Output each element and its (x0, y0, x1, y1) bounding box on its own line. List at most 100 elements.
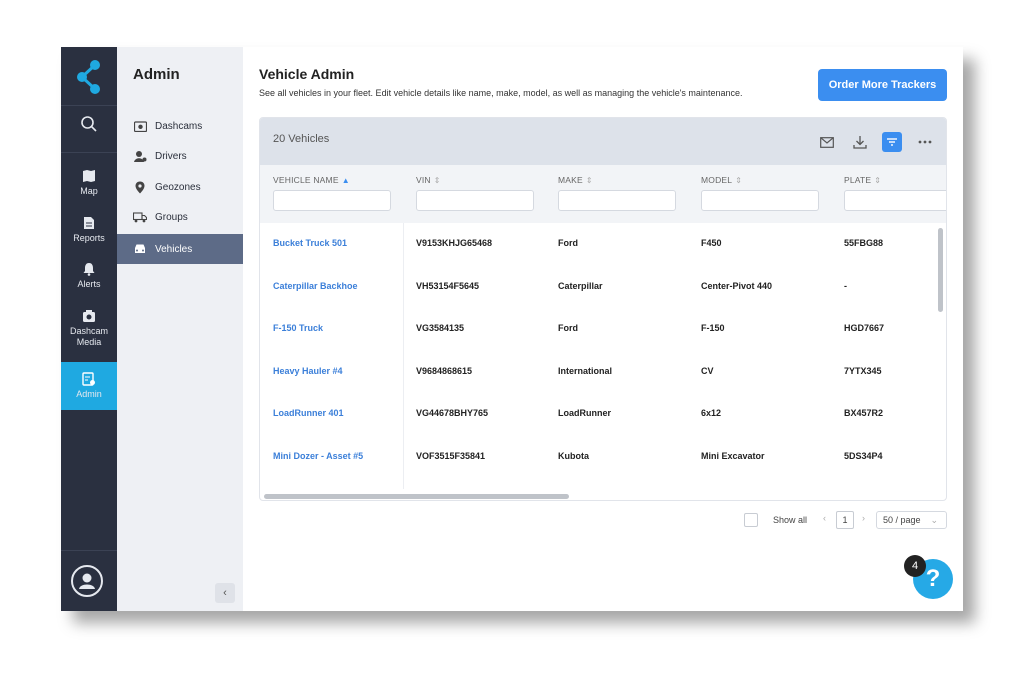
table-row[interactable]: Bucket Truck 501 V9153KHJG65468 Ford F45… (260, 223, 936, 265)
sort-icon: ⇕ (433, 176, 441, 185)
chevron-left-icon: ‹ (223, 587, 227, 599)
model-cell: CV (701, 366, 714, 376)
rail-item-alerts[interactable]: Alerts (61, 262, 117, 290)
rail-label-admin: Admin (76, 389, 102, 399)
horizontal-scrollbar[interactable] (264, 494, 569, 499)
main-content: Vehicle Admin See all vehicles in your f… (243, 47, 963, 611)
collapse-sidebar-button[interactable]: ‹ (215, 583, 235, 603)
camera-icon (133, 119, 147, 133)
vehicle-name-link[interactable]: Caterpillar Backhoe (273, 281, 358, 291)
search-icon (81, 116, 97, 132)
chevron-left-icon: ‹ (823, 513, 826, 523)
table-row[interactable]: F-150 Truck VG3584135 Ford F-150 HGD7667 (260, 308, 936, 350)
vehicle-name-link[interactable]: F-150 Truck (273, 323, 323, 333)
vehicle-count: 20 Vehicles (273, 133, 330, 145)
report-icon (84, 217, 94, 229)
email-button[interactable] (817, 132, 837, 152)
filter-vehicle-name-input[interactable] (273, 190, 391, 211)
sidebar-item-dashcams[interactable]: Dashcams (117, 111, 243, 141)
vehicle-name-link[interactable]: LoadRunner 401 (273, 408, 344, 418)
make-cell: LoadRunner (558, 408, 611, 418)
chevron-right-icon: › (862, 513, 865, 523)
plate-cell: 7YTX345 (844, 366, 882, 376)
make-cell: Ford (558, 238, 578, 248)
vin-cell: V9684868615 (416, 366, 473, 376)
plate-cell: HGD7667 (844, 323, 885, 333)
search-button[interactable] (61, 115, 117, 136)
pin-icon (133, 180, 147, 194)
help-icon: ? (925, 565, 941, 592)
filter-vin-input[interactable] (416, 190, 534, 211)
vehicle-name-link[interactable]: Bucket Truck 501 (273, 238, 347, 248)
filter-model-input[interactable] (701, 190, 819, 211)
column-header-plate[interactable]: PLATE ⇕ (844, 175, 881, 185)
sidebar-item-groups[interactable]: Groups (117, 202, 243, 232)
column-header-vehicle-name[interactable]: VEHICLE NAME ▲ (273, 175, 350, 185)
more-icon (918, 140, 932, 144)
nav-rail: Map Reports Alerts Dashcam Media Admin (61, 47, 117, 611)
notification-badge: 4 (904, 555, 926, 577)
vin-cell: VG3584135 (416, 323, 465, 333)
rail-label-reports: Reports (73, 233, 105, 243)
prev-page-button[interactable]: ‹ (823, 513, 826, 523)
vin-cell: VOF3515F35841 (416, 451, 486, 461)
model-cell: Center-Pivot 440 (701, 281, 773, 291)
column-headers: VEHICLE NAME ▲ VIN ⇕ MAKE ⇕ MODEL ⇕ PLATE ⇕ (260, 165, 946, 223)
filter-icon (887, 138, 897, 146)
table-row[interactable]: Caterpillar Backhoe VH53154F5645 Caterpi… (260, 266, 936, 308)
user-icon (79, 573, 95, 589)
rail-item-admin[interactable]: Admin (61, 362, 117, 410)
filter-button[interactable] (882, 132, 902, 152)
sidebar-item-label: Vehicles (155, 243, 193, 255)
more-options-button[interactable] (915, 132, 935, 152)
vehicle-name-link[interactable]: Mini Dozer - Asset #5 (273, 451, 363, 461)
column-header-vin[interactable]: VIN ⇕ (416, 175, 441, 185)
rail-item-dashcam-media[interactable]: Dashcam Media (61, 309, 117, 348)
filter-plate-input[interactable] (844, 190, 946, 211)
truck-icon (133, 210, 147, 224)
make-cell: Ford (558, 323, 578, 333)
sidebar-item-geozones[interactable]: Geozones (117, 172, 243, 202)
sidebar-item-label: Drivers (155, 150, 187, 162)
chevron-down-icon: ⌄ (930, 515, 938, 525)
sidebar-item-drivers[interactable]: Drivers (117, 141, 243, 171)
filter-make-input[interactable] (558, 190, 676, 211)
table-toolbar: 20 Vehicles (260, 118, 946, 165)
table-row[interactable]: Mini Dozer - Asset #5 VOF3515F35841 Kubo… (260, 436, 936, 478)
user-avatar[interactable] (71, 565, 103, 597)
mail-icon (820, 136, 834, 148)
download-icon (853, 136, 867, 149)
table-body: Bucket Truck 501 V9153KHJG65468 Ford F45… (260, 223, 946, 489)
rail-item-reports[interactable]: Reports (61, 216, 117, 244)
table-row[interactable]: Heavy Hauler #4 V9684868615 Internationa… (260, 351, 936, 393)
table-row[interactable]: LoadRunner 401 VG44678BHY765 LoadRunner … (260, 393, 936, 435)
page-size-select[interactable]: 50 / page ⌄ (876, 511, 947, 529)
sidebar-item-vehicles[interactable]: Vehicles (117, 234, 243, 264)
make-cell: Caterpillar (558, 281, 603, 291)
plate-cell: 5DS34P4 (844, 451, 883, 461)
vehicle-name-link[interactable]: Heavy Hauler #4 (273, 366, 343, 376)
model-cell: 6x12 (701, 408, 722, 418)
rail-label-map: Map (80, 186, 98, 196)
vin-cell: VG44678BHY765 (416, 408, 489, 418)
rail-item-map[interactable]: Map (61, 169, 117, 197)
sort-icon: ⇕ (585, 176, 593, 185)
sidebar-title: Admin (133, 66, 180, 83)
plate-cell: BX457R2 (844, 408, 884, 418)
vertical-scrollbar[interactable] (938, 228, 943, 312)
column-header-make[interactable]: MAKE ⇕ (558, 175, 593, 185)
show-all-checkbox[interactable] (744, 513, 758, 527)
page-subtitle: See all vehicles in your fleet. Edit veh… (259, 88, 743, 98)
app-logo-icon[interactable] (75, 59, 103, 95)
download-button[interactable] (850, 132, 870, 152)
model-cell: F-150 (701, 323, 725, 333)
bell-icon (83, 263, 95, 276)
current-page[interactable]: 1 (836, 511, 854, 529)
sidebar-item-label: Geozones (155, 181, 201, 193)
next-page-button[interactable]: › (862, 513, 865, 523)
sort-icon: ⇕ (735, 176, 743, 185)
column-header-model[interactable]: MODEL ⇕ (701, 175, 742, 185)
order-trackers-button[interactable]: Order More Trackers (818, 69, 947, 101)
vin-cell: VH53154F5645 (416, 281, 480, 291)
admin-sidebar: Admin Dashcams Drivers Geozones Groups V… (117, 47, 243, 611)
